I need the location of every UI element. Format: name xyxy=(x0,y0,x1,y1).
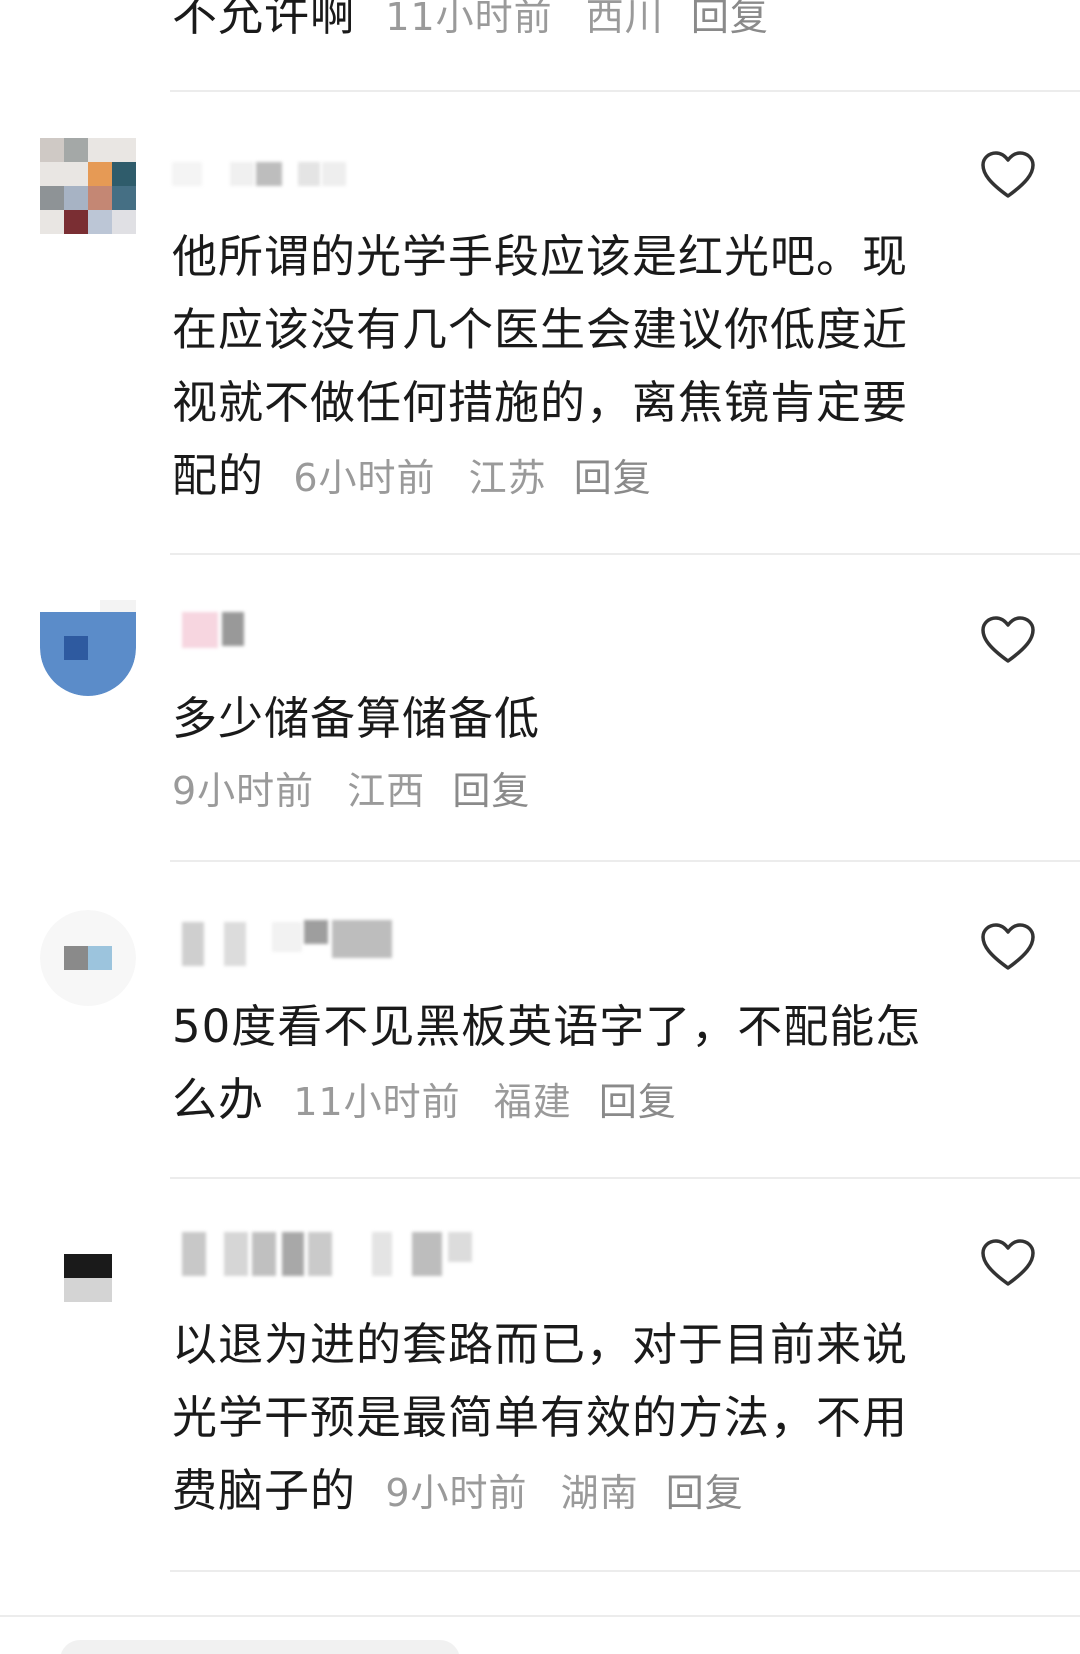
comment-body: 50度看不见黑板英语字了，不配能怎么办 11小时前 福建 回复 xyxy=(172,990,932,1139)
comment-region: 湖南 xyxy=(560,1471,639,1515)
comment-region: 江苏 xyxy=(468,456,547,500)
avatar[interactable] xyxy=(40,1230,136,1326)
comment-meta: 9小时前 湖南 回复 xyxy=(371,1471,743,1515)
like-button[interactable] xyxy=(980,615,1036,665)
comment-region: 江西 xyxy=(347,769,426,813)
comment-region: 福建 xyxy=(493,1080,572,1124)
comment-meta: 9小时前 江西 回复 xyxy=(172,755,932,828)
reply-button[interactable]: 回复 xyxy=(574,456,652,500)
username-blurred[interactable] xyxy=(172,1232,492,1276)
like-button[interactable] xyxy=(980,1238,1036,1288)
divider xyxy=(170,553,1080,555)
like-button[interactable] xyxy=(980,922,1036,972)
comment-body: 多少储备算储备低 9小时前 江西 回复 xyxy=(172,682,932,828)
username-blurred[interactable] xyxy=(172,158,372,198)
comment-text: 多少储备算储备低 xyxy=(172,692,541,745)
heart-outline-icon xyxy=(981,151,1035,198)
reply-button[interactable]: 回复 xyxy=(452,769,530,813)
comment-meta: 11小时前 福建 回复 xyxy=(279,1080,677,1124)
comment-input-bar[interactable] xyxy=(60,1640,460,1654)
reply-button[interactable]: 回复 xyxy=(691,0,769,39)
heart-outline-icon xyxy=(981,616,1035,663)
comment-meta: 11小时前 西川 回复 xyxy=(371,0,769,39)
heart-outline-icon xyxy=(981,923,1035,970)
comment-time: 9小时前 xyxy=(385,1471,528,1515)
username-blurred[interactable] xyxy=(172,612,272,652)
comment-time: 9小时前 xyxy=(172,769,315,813)
avatar[interactable] xyxy=(40,138,136,234)
comment-time: 11小时前 xyxy=(385,0,553,39)
comment-body: 他所谓的光学手段应该是红光吧。现在应该没有几个医生会建议你低度近视就不做任何措施… xyxy=(172,220,932,515)
divider xyxy=(170,1177,1080,1179)
username-blurred[interactable] xyxy=(172,920,432,966)
comment-time: 6小时前 xyxy=(293,456,436,500)
avatar[interactable] xyxy=(40,910,136,1006)
heart-outline-icon xyxy=(981,1239,1035,1286)
comment-time: 11小时前 xyxy=(293,1080,461,1124)
reply-button[interactable]: 回复 xyxy=(666,1471,744,1515)
divider xyxy=(170,90,1080,92)
comment-text: 不允许啊 xyxy=(172,0,357,41)
avatar[interactable] xyxy=(40,600,136,696)
comment-body: 不允许啊 11小时前 西川 回复 xyxy=(172,0,932,54)
comment-region: 西川 xyxy=(585,0,664,39)
like-button[interactable] xyxy=(980,150,1036,200)
divider xyxy=(170,860,1080,862)
divider xyxy=(170,1570,1080,1572)
reply-button[interactable]: 回复 xyxy=(599,1080,677,1124)
comment-body: 以退为进的套路而已，对于目前来说光学干预是最简单有效的方法，不用费脑子的 9小时… xyxy=(172,1308,932,1530)
comment-meta: 6小时前 江苏 回复 xyxy=(279,456,651,500)
divider xyxy=(0,1615,1080,1617)
